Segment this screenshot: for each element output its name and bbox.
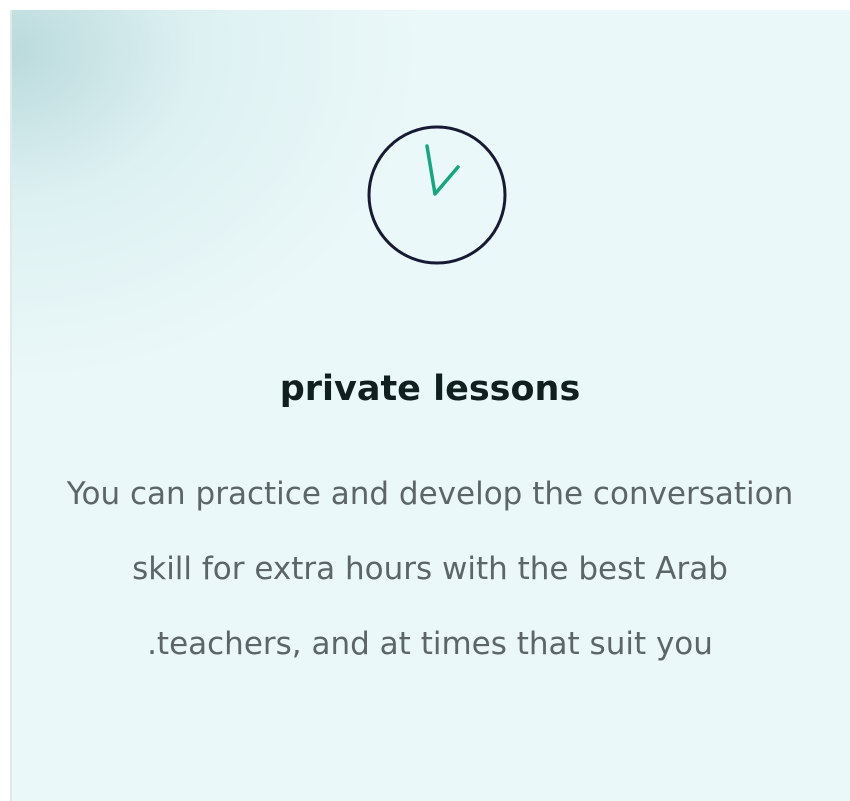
page: private lessons You can practice and dev… <box>0 0 850 801</box>
clock-icon <box>367 122 507 268</box>
card-title: private lessons <box>279 369 581 409</box>
description-line-1: You can practice and develop the convers… <box>66 476 794 512</box>
description-line-2: skill for extra hours with the best Arab <box>132 551 728 587</box>
feature-card: private lessons You can practice and dev… <box>10 10 850 801</box>
description-line-3: .teachers, and at times that suit you <box>147 626 713 662</box>
card-description: You can practice and develop the convers… <box>30 457 830 682</box>
